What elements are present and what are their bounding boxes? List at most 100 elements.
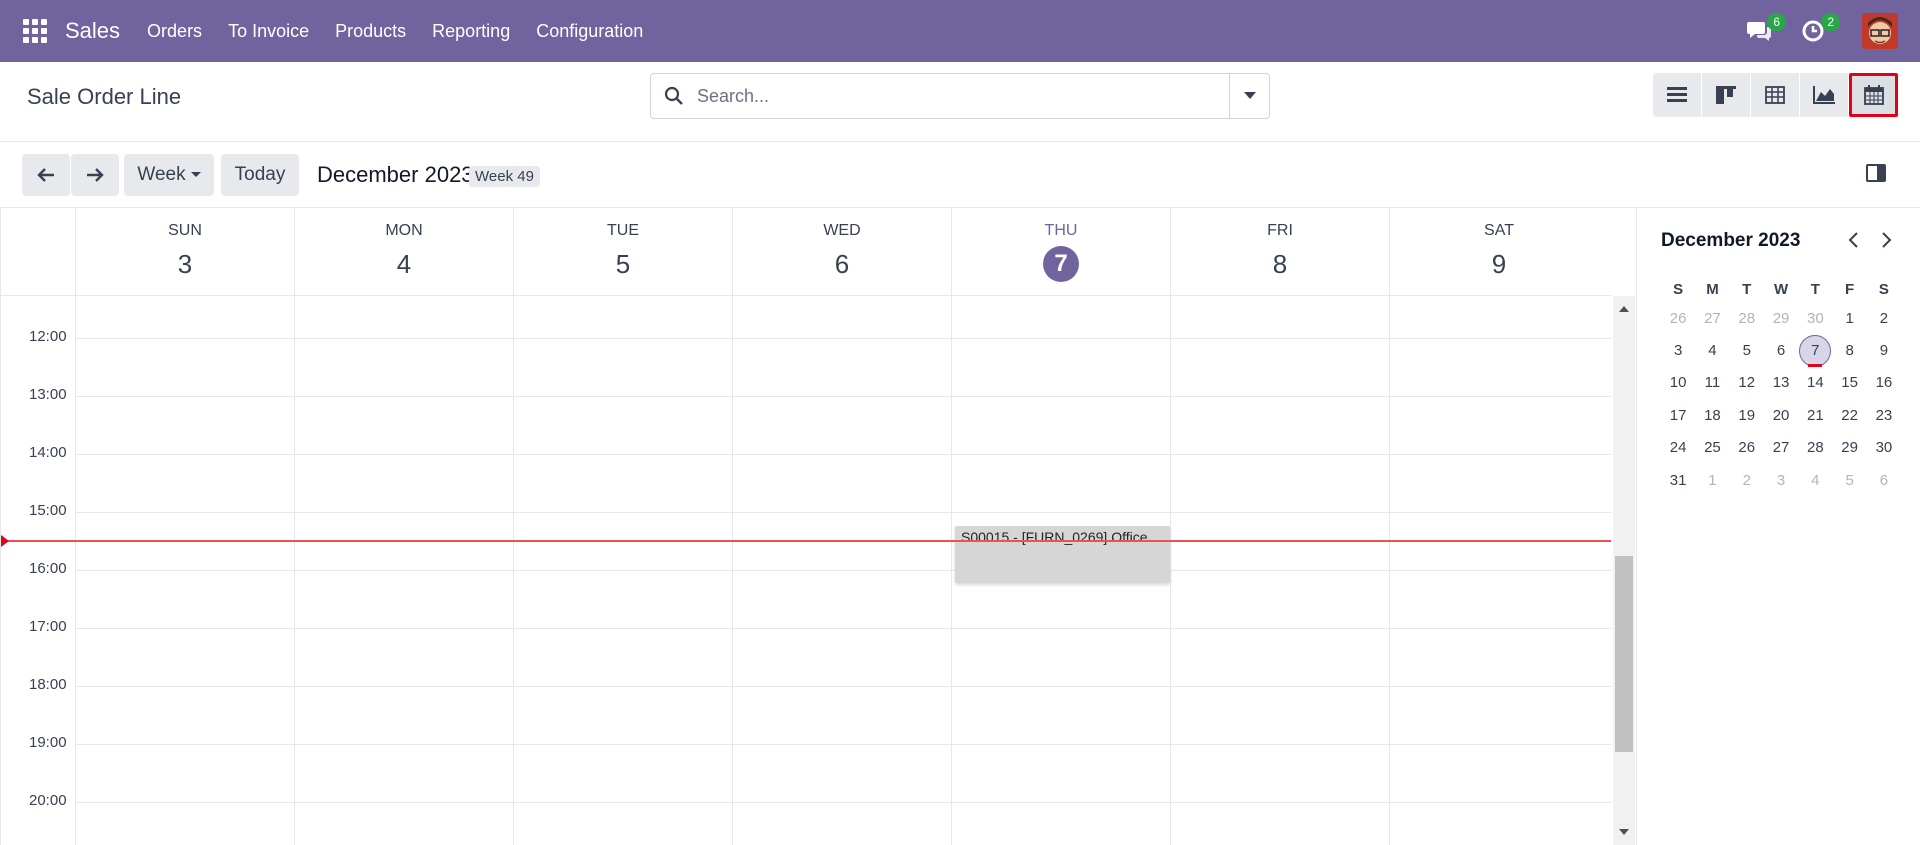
mini-calendar-day[interactable]: 10 — [1661, 367, 1695, 399]
mini-calendar-day[interactable]: 1 — [1695, 464, 1729, 496]
weekday-header: S — [1673, 280, 1684, 298]
apps-menu-icon[interactable] — [23, 19, 47, 43]
mini-calendar-day-label: 7 — [1799, 334, 1832, 367]
app-name[interactable]: Sales — [65, 18, 120, 44]
mini-calendar-day[interactable]: 8 — [1832, 334, 1866, 366]
mini-calendar-day[interactable]: 12 — [1730, 367, 1764, 399]
mini-calendar-day[interactable]: 24 — [1661, 432, 1695, 464]
messages-button[interactable]: 6 — [1744, 13, 1786, 46]
mini-calendar-day[interactable]: 2 — [1867, 302, 1901, 334]
mini-calendar-day[interactable]: 17 — [1661, 399, 1695, 431]
mini-calendar-day[interactable]: 3 — [1661, 334, 1695, 366]
mini-calendar-day[interactable]: 18 — [1695, 399, 1729, 431]
time-grid[interactable]: 12:00 13:00 14:00 15:00 16:00 17:00 18:0… — [1, 296, 1611, 845]
kanban-view-button[interactable] — [1702, 73, 1751, 117]
today-button[interactable]: Today — [221, 154, 299, 196]
mini-calendar-day[interactable]: 28 — [1798, 432, 1832, 464]
scroll-thumb[interactable] — [1615, 556, 1633, 752]
weekday-header: W — [1773, 280, 1789, 298]
mini-calendar-day[interactable]: 15 — [1832, 367, 1866, 399]
day-name: SUN — [168, 222, 202, 239]
mini-calendar-day[interactable]: 29 — [1832, 432, 1866, 464]
calendar-event[interactable]: S00015 - [FURN_0269] Office Lamp — [955, 526, 1170, 583]
next-button[interactable] — [71, 154, 119, 196]
menu-configuration[interactable]: Configuration — [536, 21, 643, 42]
day-header-fri[interactable]: FRI 8 — [1170, 208, 1389, 296]
mini-calendar-day[interactable]: 26 — [1730, 432, 1764, 464]
activities-button[interactable]: 2 — [1798, 13, 1840, 46]
list-view-button[interactable] — [1653, 73, 1702, 117]
calendar-view-button[interactable] — [1849, 73, 1898, 117]
mini-calendar-title: December 2023 — [1661, 230, 1801, 251]
mini-calendar-week: 26 27 28 29 30 1 2 — [1661, 302, 1901, 334]
week-calendar-grid: SUN 3 MON 4 TUE 5 WED 6 THU 7 FRI 8 SAT … — [0, 208, 1637, 845]
mini-calendar-day[interactable]: 6 — [1867, 464, 1901, 496]
mini-calendar-day[interactable]: 5 — [1832, 464, 1866, 496]
kanban-view-icon — [1716, 86, 1736, 104]
weekday-header: M — [1706, 280, 1719, 298]
hour-label: 19:00 — [29, 734, 67, 751]
hour-label: 14:00 — [29, 444, 67, 461]
control-panel: Sale Order Line — [0, 62, 1920, 142]
mini-calendar-day[interactable]: 2 — [1730, 464, 1764, 496]
mini-calendar-day[interactable]: 5 — [1730, 334, 1764, 366]
mini-calendar-week: 24 25 26 27 28 29 30 — [1661, 432, 1901, 464]
day-header-thu[interactable]: THU 7 — [951, 208, 1170, 296]
mini-calendar-week: 31 1 2 3 4 5 6 — [1661, 464, 1901, 496]
scroll-down-icon[interactable] — [1619, 829, 1629, 835]
mini-calendar-day[interactable]: 3 — [1764, 464, 1798, 496]
mini-calendar: S M T W T F S 26 27 28 29 30 1 2 3 4 5 6 7 8 9 10 11 12 1… — [1661, 276, 1901, 496]
mini-calendar-day[interactable]: 27 — [1764, 432, 1798, 464]
search-input[interactable] — [697, 74, 1229, 118]
mini-calendar-day[interactable]: 9 — [1867, 334, 1901, 366]
graph-view-button[interactable] — [1800, 73, 1849, 117]
menu-reporting[interactable]: Reporting — [432, 21, 510, 42]
mini-calendar-day[interactable]: 30 — [1867, 432, 1901, 464]
day-header-wed[interactable]: WED 6 — [732, 208, 951, 296]
mini-calendar-day[interactable]: 16 — [1867, 367, 1901, 399]
mini-calendar-day[interactable]: 20 — [1764, 399, 1798, 431]
mini-calendar-day[interactable]: 22 — [1832, 399, 1866, 431]
mini-calendar-day[interactable]: 30 — [1798, 302, 1832, 334]
mini-calendar-day[interactable]: 6 — [1764, 334, 1798, 366]
mini-calendar-day[interactable]: 26 — [1661, 302, 1695, 334]
arrow-right-icon — [87, 168, 104, 182]
menu-orders[interactable]: Orders — [147, 21, 202, 42]
menu-products[interactable]: Products — [335, 21, 406, 42]
day-name: MON — [385, 222, 423, 239]
mini-calendar-day[interactable]: 1 — [1832, 302, 1866, 334]
day-header-sun[interactable]: SUN 3 — [75, 208, 294, 296]
scroll-up-icon[interactable] — [1619, 306, 1629, 312]
mini-next-month-button[interactable] — [1877, 230, 1897, 250]
day-header-tue[interactable]: TUE 5 — [513, 208, 732, 296]
mini-calendar-day[interactable]: 11 — [1695, 367, 1729, 399]
mini-calendar-day[interactable]: 4 — [1798, 464, 1832, 496]
mini-calendar-day[interactable]: 29 — [1764, 302, 1798, 334]
mini-calendar-day[interactable]: 7 — [1798, 334, 1832, 368]
mini-calendar-day[interactable]: 14 — [1798, 367, 1832, 399]
mini-calendar-day[interactable]: 13 — [1764, 367, 1798, 399]
calendar-view-icon — [1863, 85, 1884, 105]
side-panel-toggle-icon[interactable] — [1866, 164, 1886, 182]
view-switcher — [1653, 73, 1898, 117]
mini-calendar-day[interactable]: 25 — [1695, 432, 1729, 464]
menu-to-invoice[interactable]: To Invoice — [228, 21, 309, 42]
mini-calendar-day[interactable]: 23 — [1867, 399, 1901, 431]
previous-button[interactable] — [22, 154, 70, 196]
mini-prev-month-button[interactable] — [1843, 230, 1863, 250]
user-avatar[interactable] — [1862, 13, 1898, 49]
mini-calendar-day[interactable]: 4 — [1695, 334, 1729, 366]
mini-calendar-day[interactable]: 19 — [1730, 399, 1764, 431]
scale-dropdown[interactable]: Week — [124, 154, 214, 196]
day-header-sat[interactable]: SAT 9 — [1389, 208, 1608, 296]
page-title: Sale Order Line — [27, 84, 182, 109]
pivot-view-button[interactable] — [1751, 73, 1800, 117]
day-header-mon[interactable]: MON 4 — [294, 208, 513, 296]
mini-calendar-day[interactable]: 21 — [1798, 399, 1832, 431]
mini-calendar-day[interactable]: 28 — [1730, 302, 1764, 334]
vertical-scrollbar[interactable] — [1613, 296, 1635, 845]
mini-calendar-day[interactable]: 27 — [1695, 302, 1729, 334]
day-number: 7 — [1043, 246, 1079, 282]
search-options-toggle[interactable] — [1229, 74, 1269, 118]
mini-calendar-day[interactable]: 31 — [1661, 464, 1695, 496]
